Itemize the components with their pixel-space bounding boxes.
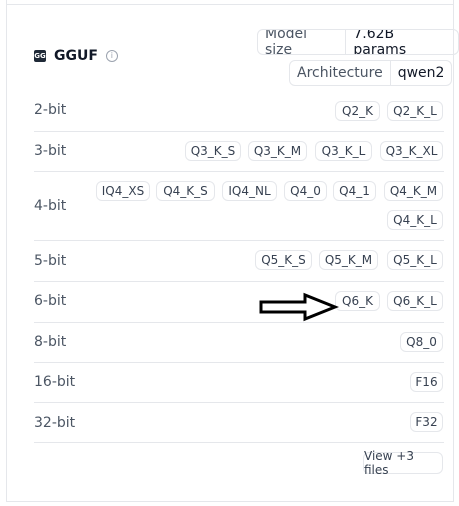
view-more-files-button[interactable]: View +3 files	[363, 449, 443, 477]
tag-q4-k-s[interactable]: Q4_K_S	[156, 181, 215, 201]
bits-label: 32-bit	[34, 415, 76, 431]
tag-q2-k-l[interactable]: Q2_K_L	[387, 101, 443, 121]
row-2bit: 2-bit Q2_K Q2_K_L	[34, 90, 444, 132]
tag-q8-0[interactable]: Q8_0	[400, 332, 443, 352]
model-size-badge: Model size 7.62B params	[257, 29, 459, 55]
right-arrow-icon	[259, 292, 339, 322]
tag-q5-k-l[interactable]: Q5_K_L	[387, 250, 443, 270]
row-32bit: 32-bit F32	[34, 402, 444, 443]
info-icon[interactable]: i	[105, 50, 118, 62]
architecture-badge: Architecture qwen2	[289, 60, 453, 86]
bits-label: 4-bit	[34, 198, 67, 214]
tag-q3-k-s[interactable]: Q3_K_S	[185, 141, 241, 161]
model-size-value: 7.62B params	[345, 30, 458, 54]
row-8bit: 8-bit Q8_0	[34, 322, 444, 363]
tag-q3-k-l[interactable]: Q3_K_L	[315, 141, 372, 161]
tag-iq4-nl[interactable]: IQ4_NL	[222, 181, 277, 201]
tag-f32[interactable]: F32	[410, 412, 443, 432]
tag-iq4-xs[interactable]: IQ4_XS	[96, 181, 150, 201]
tag-q4-1[interactable]: Q4_1	[333, 181, 376, 201]
bits-label: 16-bit	[34, 374, 76, 390]
bits-label: 6-bit	[34, 293, 67, 309]
row-6bit: 6-bit Q6_K Q6_K_L	[34, 281, 444, 323]
tag-q6-k[interactable]: Q6_K	[335, 291, 380, 311]
row-5bit: 5-bit Q5_K_S Q5_K_M Q5_K_L	[34, 240, 444, 282]
architecture-value: qwen2	[389, 61, 452, 85]
tag-q4-k-l[interactable]: Q4_K_L	[387, 210, 443, 230]
bits-label: 2-bit	[34, 102, 67, 118]
tag-q5-k-m[interactable]: Q5_K_M	[319, 250, 378, 270]
tag-q6-k-l[interactable]: Q6_K_L	[387, 291, 443, 311]
gguf-title: GGUF	[54, 48, 98, 64]
bits-label: 8-bit	[34, 334, 67, 350]
tag-q4-k-m[interactable]: Q4_K_M	[384, 181, 443, 201]
gguf-header: GG GGUF i	[34, 48, 118, 64]
model-size-label: Model size	[265, 29, 308, 55]
bits-label: 3-bit	[34, 143, 67, 159]
row-16bit: 16-bit F16	[34, 362, 444, 403]
tag-q3-k-xl[interactable]: Q3_K_XL	[380, 141, 443, 161]
tag-q5-k-s[interactable]: Q5_K_S	[255, 250, 312, 270]
architecture-label: Architecture	[297, 65, 383, 81]
row-4bit: 4-bit IQ4_XS Q4_K_S IQ4_NL Q4_0 Q4_1 Q4_…	[34, 171, 444, 241]
gguf-icon: GG	[34, 50, 46, 62]
tag-q4-0[interactable]: Q4_0	[284, 181, 327, 201]
bits-label: 5-bit	[34, 253, 67, 269]
tag-q2-k[interactable]: Q2_K	[335, 101, 380, 121]
row-3bit: 3-bit Q3_K_S Q3_K_M Q3_K_L Q3_K_XL	[34, 131, 444, 172]
tag-f16[interactable]: F16	[410, 372, 443, 392]
tag-q3-k-m[interactable]: Q3_K_M	[248, 141, 307, 161]
